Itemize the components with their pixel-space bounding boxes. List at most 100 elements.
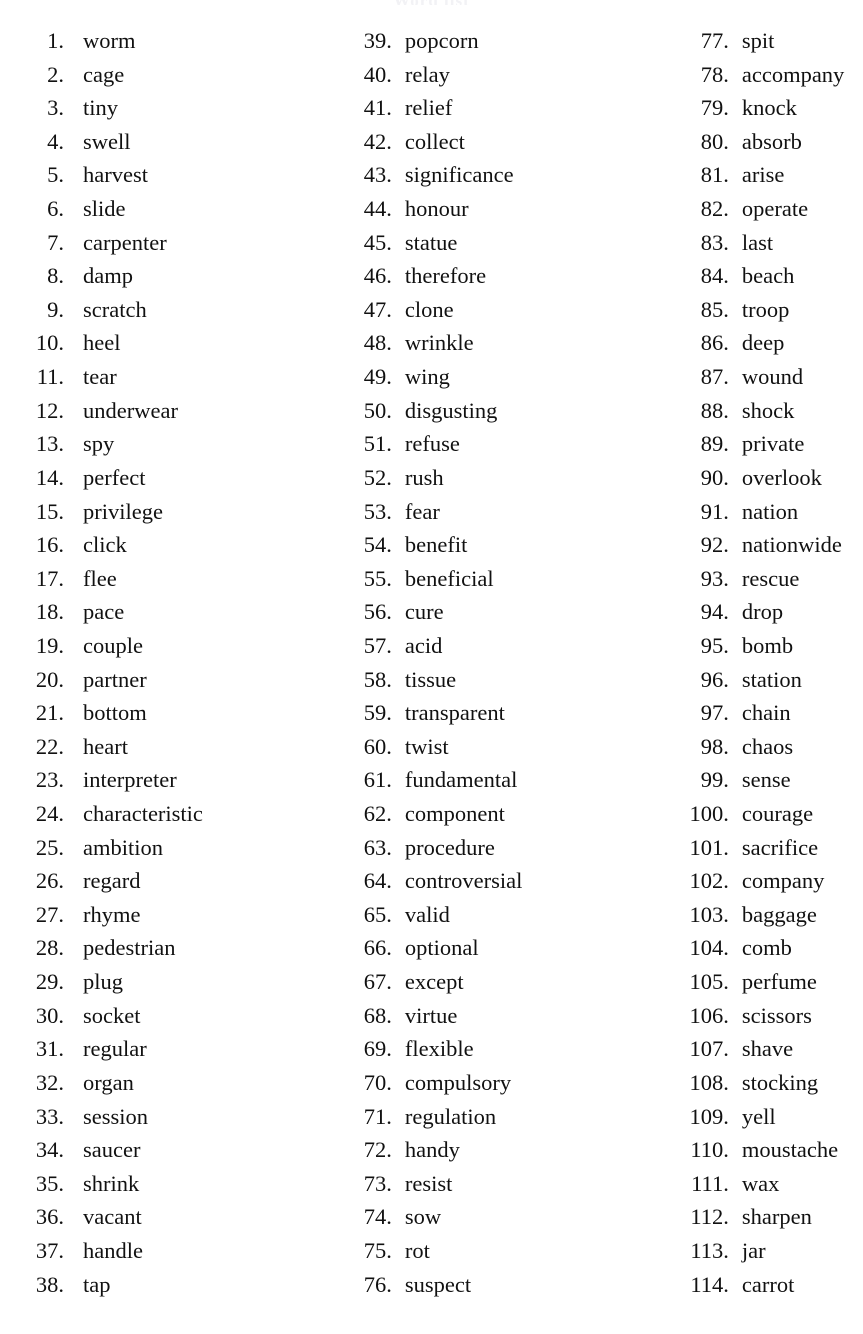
word-item-text: couple <box>83 632 143 658</box>
word-item-text: harvest <box>83 162 148 188</box>
word-item-text: perfume <box>741 969 817 995</box>
word-item-text: rush <box>404 464 444 490</box>
word-item-number: 75. <box>363 1237 392 1263</box>
word-column-1: 1. worm 2. cage 3. tiny 4. swell 5. harvest 6. slid… <box>0 24 330 1301</box>
word-item-number: 114. <box>690 1271 729 1297</box>
word-list-item: 16. click <box>24 528 330 562</box>
word-item-number: 107. <box>689 1036 729 1062</box>
word-item-text: tiny <box>83 95 119 121</box>
word-item-number: 86. <box>700 330 729 356</box>
word-item-number: 60. <box>363 733 392 759</box>
word-item-text: tap <box>83 1271 111 1297</box>
word-item-number: 16. <box>35 532 64 558</box>
word-item-text: damp <box>83 263 133 289</box>
word-list-item: 44. honour <box>352 192 656 226</box>
word-list-item: 41. relief <box>352 91 656 125</box>
word-item-number: 99. <box>700 767 729 793</box>
word-item-number: 73. <box>363 1170 392 1196</box>
word-item-number: 101. <box>689 834 729 860</box>
word-item-number: 89. <box>700 431 729 457</box>
word-item-text: troop <box>741 296 790 322</box>
word-item-number: 13. <box>35 431 64 457</box>
word-list-item: 105. perfume <box>676 965 863 999</box>
word-item-number: 4. <box>47 128 64 154</box>
word-item-text: ambition <box>83 834 163 860</box>
word-item-text: scissors <box>741 1002 812 1028</box>
word-item-number: 14. <box>35 464 64 490</box>
word-item-text: slide <box>83 196 126 222</box>
word-item-text: jar <box>741 1237 766 1263</box>
word-item-text: partner <box>83 666 147 692</box>
word-item-number: 1. <box>47 28 64 53</box>
word-item-text: chaos <box>741 733 794 759</box>
word-item-number: 83. <box>700 229 729 255</box>
word-list-item: 31. regular <box>24 1032 330 1066</box>
word-item-text: chain <box>741 700 791 726</box>
word-list-item: 29. plug <box>24 965 330 999</box>
word-item-number: 65. <box>363 901 392 927</box>
word-item-text: sense <box>741 767 791 793</box>
word-item-number: 74. <box>363 1204 392 1230</box>
word-item-text: honour <box>404 196 469 222</box>
word-item-number: 54. <box>363 532 392 558</box>
word-item-number: 68. <box>363 1002 392 1028</box>
word-list-item: 106. scissors <box>676 999 863 1033</box>
word-item-number: 17. <box>35 565 64 591</box>
word-list-item: 64. controversial <box>352 864 656 898</box>
word-item-text: last <box>741 229 774 255</box>
word-item-text: overlook <box>741 464 822 490</box>
word-item-number: 20. <box>35 666 64 692</box>
word-item-number: 88. <box>700 397 729 423</box>
word-item-number: 9. <box>47 296 64 322</box>
word-item-number: 92. <box>700 532 729 558</box>
word-list-item: 104. comb <box>676 931 863 965</box>
word-item-number: 50. <box>363 397 392 423</box>
word-item-text: private <box>741 431 805 457</box>
word-item-text: statue <box>404 229 458 255</box>
word-list-columns: 1. worm 2. cage 3. tiny 4. swell 5. harvest 6. slid… <box>0 24 863 1301</box>
word-item-number: 80. <box>700 128 729 154</box>
word-item-text: cure <box>404 599 444 625</box>
word-list-item: 19. couple <box>24 629 330 663</box>
word-item-text: virtue <box>404 1002 458 1028</box>
word-list-item: 21. bottom <box>24 696 330 730</box>
word-list-item: 80. absorb <box>676 125 863 159</box>
word-item-number: 34. <box>35 1137 64 1163</box>
word-list-item: 87. wound <box>676 360 863 394</box>
word-item-number: 5. <box>47 162 64 188</box>
word-item-text: regular <box>83 1036 147 1062</box>
word-list-item: 63. procedure <box>352 831 656 865</box>
word-item-text: optional <box>404 935 479 961</box>
word-item-number: 39. <box>363 28 392 53</box>
word-item-number: 108. <box>689 1069 729 1095</box>
word-item-number: 23. <box>35 767 64 793</box>
word-list-item: 69. flexible <box>352 1032 656 1066</box>
word-item-number: 66. <box>363 935 392 961</box>
word-item-text: baggage <box>741 901 817 927</box>
word-item-text: bomb <box>741 632 794 658</box>
word-item-text: regard <box>83 868 141 894</box>
word-item-number: 93. <box>700 565 729 591</box>
word-item-text: absorb <box>741 128 802 154</box>
word-item-text: valid <box>404 901 450 927</box>
word-item-number: 53. <box>363 498 392 524</box>
word-item-text: compulsory <box>404 1069 512 1095</box>
word-item-number: 87. <box>700 364 729 390</box>
word-item-number: 38. <box>35 1271 64 1297</box>
word-item-text: sacrifice <box>741 834 819 860</box>
word-list-item: 11. tear <box>24 360 330 394</box>
word-item-text: nationwide <box>741 532 842 558</box>
word-list-item: 60. twist <box>352 730 656 764</box>
word-item-number: 102. <box>689 868 729 894</box>
word-item-text: beach <box>741 263 795 289</box>
word-item-number: 40. <box>363 61 392 87</box>
word-item-number: 55. <box>363 565 392 591</box>
word-item-text: popcorn <box>404 28 479 53</box>
word-list-item: 50. disgusting <box>352 394 656 428</box>
word-item-text: worm <box>83 28 136 53</box>
word-item-text: sharpen <box>741 1204 812 1230</box>
word-list-page: Word list 1. worm 2. cage 3. tiny 4. swell 5. har… <box>0 0 863 1334</box>
word-item-text: component <box>404 801 505 827</box>
word-list-item: 49. wing <box>352 360 656 394</box>
word-item-number: 76. <box>363 1271 392 1297</box>
